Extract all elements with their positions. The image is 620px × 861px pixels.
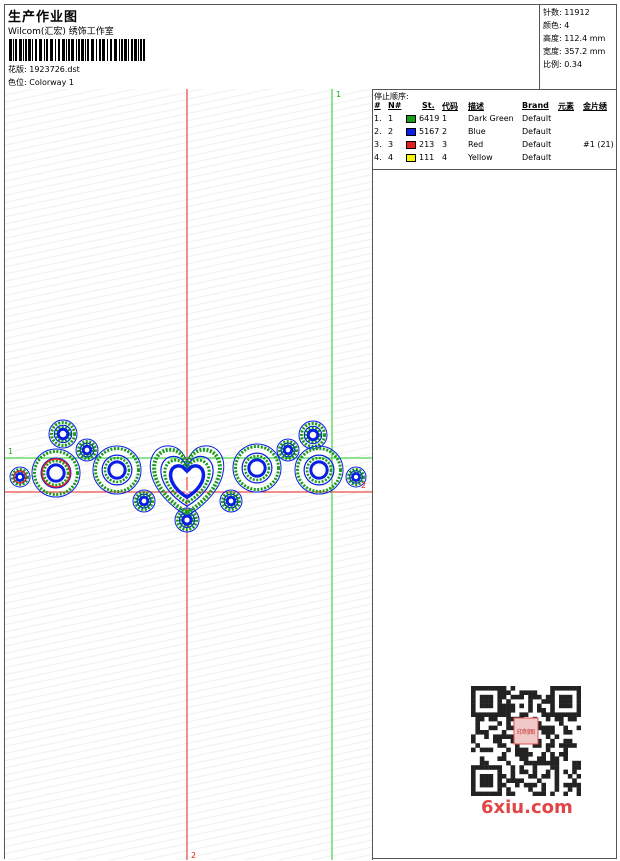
table-row: 1. 1 6419 1 Dark Green Default	[372, 114, 616, 127]
design-scale: 比例: 0.34	[543, 59, 582, 70]
design-file-row: 花版: 1923726.dst	[8, 64, 80, 75]
thread-color-swatch	[406, 114, 416, 123]
cell-needle: 4	[388, 153, 394, 162]
guide-label-top: 1	[336, 90, 342, 99]
guide-label-bottom: 2	[191, 851, 197, 860]
cell-st: 6419	[406, 114, 439, 123]
cell-needle: 1	[388, 114, 394, 123]
page-title: 生产作业图	[8, 10, 79, 25]
guide-label-right: 2	[361, 481, 367, 490]
colorway-value: Colorway 1	[29, 78, 74, 87]
cell-code: 2	[442, 127, 448, 136]
col-sequin: 金片绣	[583, 102, 607, 111]
col-index: #	[374, 101, 381, 110]
col-needle: N#	[388, 101, 402, 110]
stitch-count-value: 5167	[419, 127, 440, 136]
cell-desc: Blue	[468, 127, 486, 136]
design-width: 宽度: 357.2 mm	[543, 46, 605, 57]
cell-idx: 1.	[374, 114, 382, 123]
thread-color-swatch	[406, 140, 416, 149]
stats-box: 针数: 11912 颜色: 4 高度: 112.4 mm 宽度: 357.2 m…	[539, 5, 617, 89]
height-label: 高度:	[543, 34, 562, 43]
stitch-count-value: 6419	[419, 114, 440, 123]
thread-color-swatch	[406, 153, 416, 162]
cell-code: 3	[442, 140, 448, 149]
cell-brand: Default	[522, 114, 552, 123]
table-row: 2. 2 5167 2 Blue Default	[372, 127, 616, 140]
embroidery-preview	[5, 89, 372, 860]
width-label: 宽度:	[543, 47, 562, 56]
cell-sequin: #1 (21)	[583, 140, 614, 149]
cell-desc: Yellow	[468, 153, 493, 162]
stitches-value: 11912	[564, 8, 590, 17]
cell-desc: Red	[468, 140, 484, 149]
cell-st: 111	[406, 153, 434, 162]
width-value: 357.2 mm	[564, 47, 606, 56]
cell-brand: Default	[522, 153, 552, 162]
design-label: 花版:	[8, 65, 27, 74]
col-desc: 描述	[468, 102, 484, 111]
cell-needle: 2	[388, 127, 394, 136]
embroidery-motifs	[9, 419, 367, 533]
scale-label: 比例:	[543, 60, 562, 69]
company-name: Wilcom(汇宏) 绣饰工作室	[8, 27, 114, 37]
qr-code: 印制图	[471, 686, 581, 796]
col-stitches: St.	[422, 101, 435, 110]
cell-brand: Default	[522, 127, 552, 136]
thread-color-swatch	[406, 127, 416, 136]
design-file: 1923726.dst	[29, 65, 80, 74]
watermark-text: 6xiu.com	[481, 797, 573, 818]
design-canvas: 1 1 2 2	[5, 89, 373, 860]
colorway-label: 色位:	[8, 78, 27, 87]
cell-st: 5167	[406, 127, 439, 136]
stitch-count-value: 213	[419, 140, 435, 149]
table-row: 4. 4 111 4 Yellow Default	[372, 153, 616, 166]
col-element: 元素	[558, 102, 574, 111]
colors-label: 颜色:	[543, 21, 562, 30]
cell-brand: Default	[522, 140, 552, 149]
guide-label-left: 1	[8, 447, 14, 456]
design-height: 高度: 112.4 mm	[543, 33, 605, 44]
colors-value: 4	[564, 21, 570, 30]
col-code: 代码	[442, 102, 458, 111]
cell-st: 213	[406, 140, 434, 149]
stitches-label: 针数:	[543, 8, 562, 17]
cell-needle: 3	[388, 140, 394, 149]
cell-code: 1	[442, 114, 448, 123]
panel-divider	[372, 169, 616, 170]
cell-desc: Dark Green	[468, 114, 514, 123]
stitch-count-value: 111	[419, 153, 435, 162]
color-count: 颜色: 4	[543, 20, 569, 31]
cell-idx: 2.	[374, 127, 382, 136]
barcode	[9, 39, 145, 61]
header: 生产作业图 Wilcom(汇宏) 绣饰工作室 花版: 1923726.dst 色…	[5, 5, 616, 90]
table-header: # N# St. 代码 描述 Brand 元素 金片绣	[372, 101, 616, 114]
seal-text: 印制图	[517, 728, 535, 736]
table-row: 3. 3 213 3 Red Default #1 (21)	[372, 140, 616, 153]
colorway-row: 色位: Colorway 1	[8, 77, 74, 88]
col-brand: Brand	[522, 101, 549, 110]
stitch-count: 针数: 11912	[543, 7, 590, 18]
work-sheet: 生产作业图 Wilcom(汇宏) 绣饰工作室 花版: 1923726.dst 色…	[4, 4, 617, 860]
cell-idx: 4.	[374, 153, 382, 162]
cell-idx: 3.	[374, 140, 382, 149]
height-value: 112.4 mm	[564, 34, 606, 43]
scale-value: 0.34	[564, 60, 583, 69]
cell-code: 4	[442, 153, 448, 162]
